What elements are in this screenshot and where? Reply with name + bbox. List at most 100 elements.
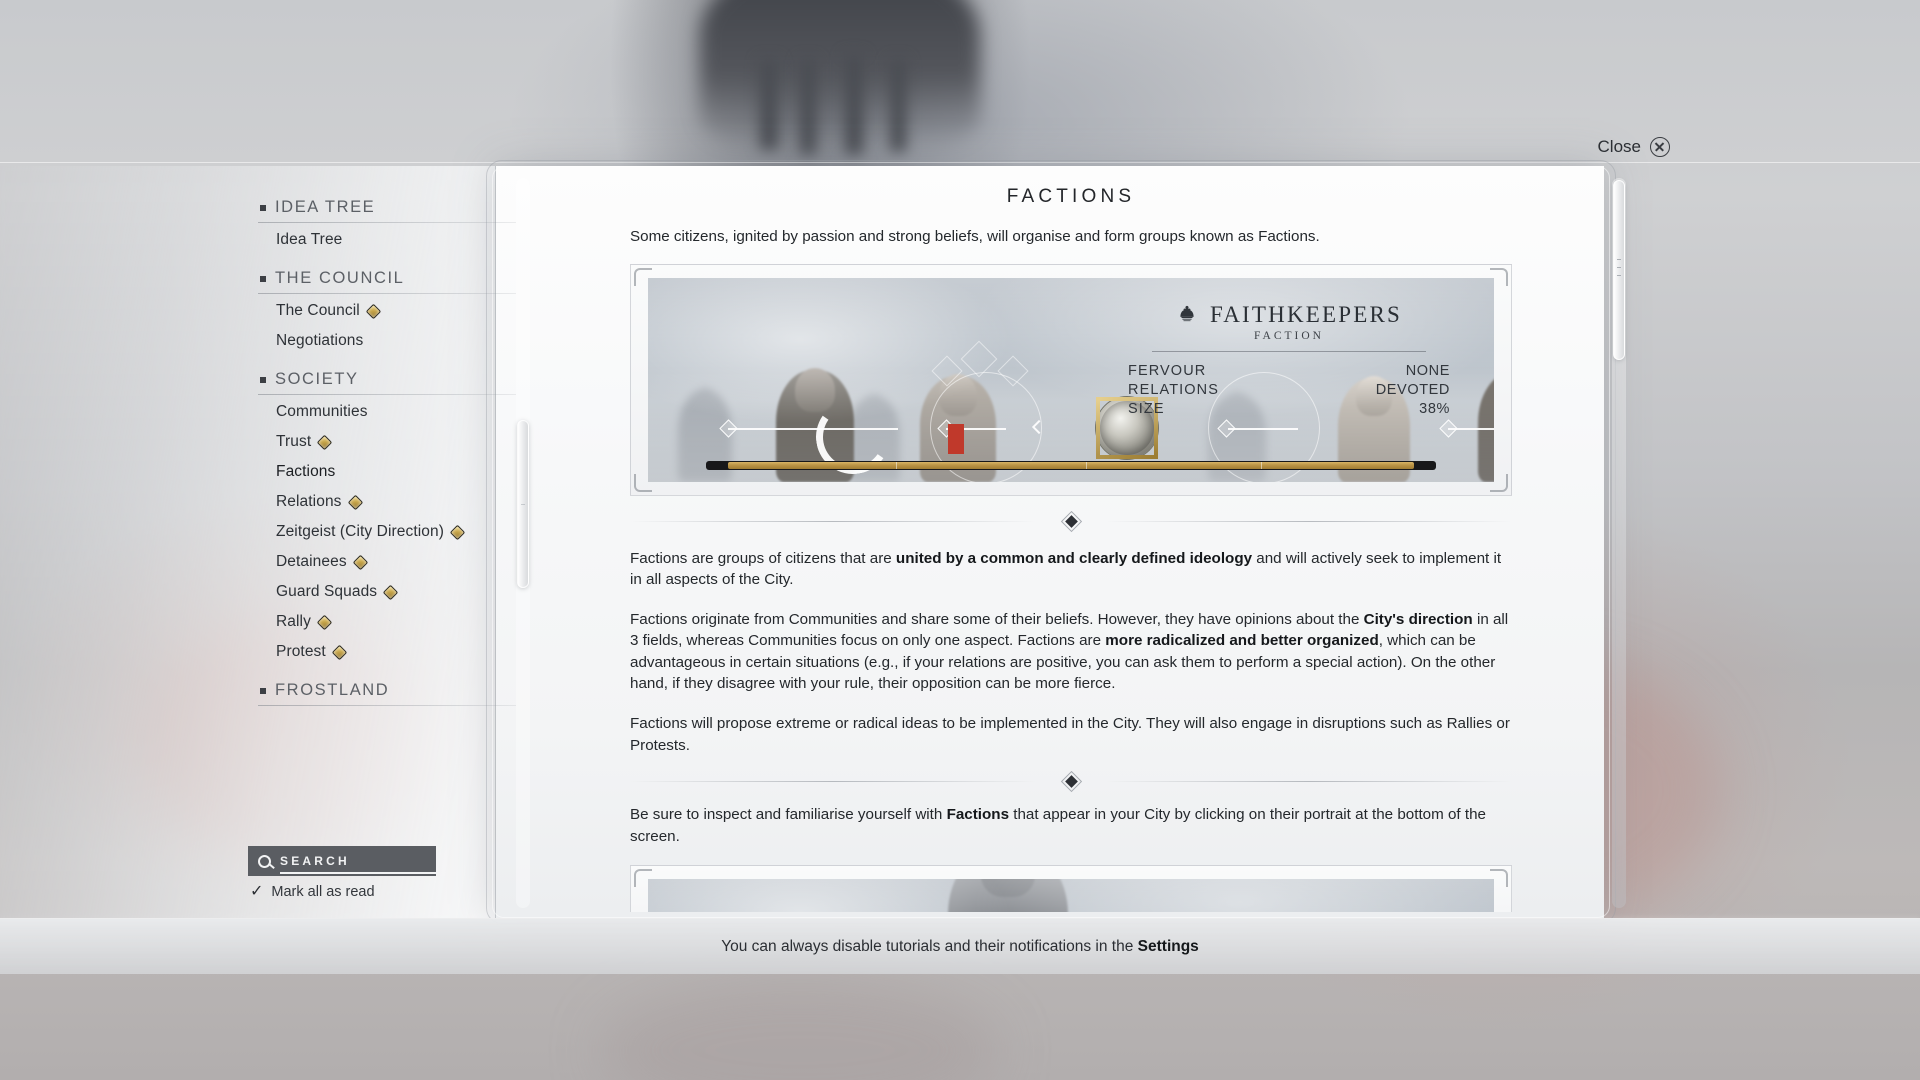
- faction-stat-row: RELATIONS DEVOTED: [1128, 381, 1450, 400]
- secondary-card-image: [648, 879, 1494, 912]
- faction-preview-card[interactable]: FAITHKEEPERS FACTION FERVOUR NONE RELATION…: [630, 263, 1512, 496]
- sidebar-item-protest[interactable]: Protest: [248, 637, 516, 667]
- sidebar-item-zeitgeist-city-direction[interactable]: Zeitgeist (City Direction): [248, 517, 516, 547]
- paragraph-1-text-a: Factions are groups of citizens that are: [630, 549, 896, 567]
- sidebar-group-header[interactable]: FROSTLAND: [248, 669, 516, 708]
- sidebar-item-rally[interactable]: Rally: [248, 607, 516, 637]
- faction-stat-label: FERVOUR: [1128, 362, 1207, 379]
- figure-head: [981, 879, 1035, 898]
- sidebar-item-negotiations[interactable]: Negotiations: [248, 326, 516, 356]
- sidebar-group-header[interactable]: SOCIETY: [248, 358, 516, 397]
- close-button-label: Close: [1597, 137, 1641, 156]
- faction-portrait: [1478, 371, 1494, 482]
- sidebar-item-label: The Council: [276, 302, 360, 319]
- sidebar-item-label: Idea Tree: [276, 231, 343, 248]
- sidebar-group-header[interactable]: IDEA TREE: [248, 186, 516, 225]
- progress-tick: [1085, 461, 1087, 469]
- sidebar-group-rule: [258, 293, 516, 294]
- paragraph-4: Be sure to inspect and familiarise yours…: [546, 804, 1596, 847]
- faithkeepers-emblem-icon: [1176, 304, 1198, 326]
- bullet-square-icon: [260, 687, 266, 694]
- sidebar-item-label: Detainees: [276, 553, 347, 570]
- diamond-icon: [997, 355, 1029, 387]
- mark-all-as-read-button[interactable]: ✓ Mark all as read: [250, 883, 375, 901]
- rail-node[interactable]: [1439, 418, 1458, 438]
- faction-divider: [1152, 350, 1426, 352]
- notification-gem-icon: [347, 494, 363, 510]
- faction-subtitle: FACTION: [1254, 329, 1324, 342]
- secondary-image-card[interactable]: [630, 865, 1512, 912]
- divider-line: [1106, 520, 1512, 522]
- sidebar-nav[interactable]: IDEA TREE Idea Tree THE COUNCIL The Council…: [248, 186, 516, 910]
- paragraph-2-bold-b: more radicalized and better organized: [1105, 632, 1379, 650]
- sidebar-item-communities[interactable]: Communities: [248, 397, 516, 427]
- faction-stat-label: RELATIONS: [1128, 381, 1220, 398]
- notification-gem-icon: [316, 434, 333, 450]
- faction-stats-list: FERVOUR NONE RELATIONS DEVOTED SIZE 38%: [1124, 362, 1454, 420]
- close-button[interactable]: Close: [1592, 133, 1676, 161]
- sidebar-group-label: THE COUNCIL: [275, 269, 405, 287]
- search-label: SEARCH: [280, 854, 350, 868]
- scrollbar-grip-line: [1617, 259, 1621, 260]
- faction-stat-label: SIZE: [1128, 401, 1165, 418]
- progress-tick: [895, 461, 897, 469]
- paragraph-2-bold-a: City's direction: [1363, 610, 1473, 628]
- faction-card-image: FAITHKEEPERS FACTION FERVOUR NONE RELATION…: [648, 277, 1494, 482]
- divider-line: [1106, 781, 1512, 783]
- mark-all-as-read-label: Mark all as read: [271, 884, 375, 900]
- intro-paragraph: Some citizens, ignited by passion and st…: [630, 228, 1320, 245]
- paragraph-2: Factions originate from Communities and …: [546, 609, 1596, 695]
- notification-gem-icon: [449, 524, 466, 540]
- sidebar-item-label: Rally: [276, 613, 311, 630]
- footer-bar: You can always disable tutorials and the…: [0, 918, 1920, 974]
- background-blob: [600, 980, 1000, 1080]
- sidebar-item-detainees[interactable]: Detainees: [248, 547, 516, 577]
- statue-figure: [948, 879, 1068, 912]
- notification-gem-icon: [365, 303, 382, 319]
- sidebar-item-guard-squads[interactable]: Guard Squads: [248, 577, 516, 607]
- figure-head: [692, 387, 718, 416]
- sidebar-group-label: SOCIETY: [275, 370, 359, 388]
- notification-gem-icon: [382, 584, 399, 600]
- sidebar-group-frostland: FROSTLAND: [248, 669, 516, 708]
- sidebar-item-label: Guard Squads: [276, 583, 378, 600]
- sidebar-item-factions[interactable]: Factions: [248, 457, 516, 487]
- sidebar-group-idea-tree: IDEA TREE Idea Tree: [248, 186, 516, 255]
- page-title: FACTIONS: [1006, 186, 1136, 207]
- footer-hint: You can always disable tutorials and the…: [721, 938, 1199, 956]
- section-divider-ornament: [630, 510, 1512, 532]
- sidebar-item-label: Protest: [276, 643, 326, 660]
- notification-gem-icon: [331, 644, 348, 660]
- diamond-icon: [960, 340, 998, 377]
- diamond-cluster-decoration: [931, 340, 1032, 388]
- scrollbar-grip-line: [1617, 275, 1621, 276]
- bullet-square-icon: [260, 204, 266, 211]
- sidebar-item-idea-tree[interactable]: Idea Tree: [248, 225, 516, 255]
- sidebar-scrollbar-thumb[interactable]: [517, 420, 529, 588]
- checkmark-icon: ✓: [250, 883, 264, 900]
- footer-text-a: You can always disable tutorials and the…: [721, 937, 1138, 955]
- sidebar-item-the-council[interactable]: The Council: [248, 296, 516, 326]
- sidebar-item-label: Negotiations: [276, 332, 364, 349]
- sidebar-group-label: FROSTLAND: [275, 681, 390, 699]
- sidebar-item-label: Trust: [276, 433, 312, 450]
- faction-name: FAITHKEEPERS: [1209, 301, 1403, 327]
- background-tower-leg: [890, 60, 906, 152]
- sidebar-item-trust[interactable]: Trust: [248, 427, 516, 457]
- paragraph-3: Factions will propose extreme or radical…: [630, 715, 1510, 754]
- faction-stat-value: NONE: [1405, 362, 1450, 379]
- faction-selector-rail[interactable]: [708, 340, 1494, 482]
- faction-info-block: FAITHKEEPERS FACTION FERVOUR NONE RELATION…: [1124, 302, 1454, 420]
- panel-top-divider: [0, 162, 1920, 163]
- content-scrollbar-thumb[interactable]: [1613, 180, 1625, 360]
- snow-mist-overlay: [648, 879, 1494, 912]
- footer-settings-link[interactable]: Settings: [1138, 938, 1199, 955]
- faction-stat-value: DEVOTED: [1375, 381, 1450, 398]
- paragraph-2-text-a: Factions originate from Communities and …: [630, 610, 1364, 628]
- background-tower-leg: [800, 60, 816, 155]
- sidebar-group-the-council: THE COUNCIL The Council Negotiations: [248, 257, 516, 356]
- faction-stat-row: SIZE 38%: [1128, 400, 1450, 419]
- bullet-square-icon: [260, 376, 266, 383]
- sidebar-group-header[interactable]: THE COUNCIL: [248, 257, 516, 296]
- sidebar-item-relations[interactable]: Relations: [248, 487, 516, 517]
